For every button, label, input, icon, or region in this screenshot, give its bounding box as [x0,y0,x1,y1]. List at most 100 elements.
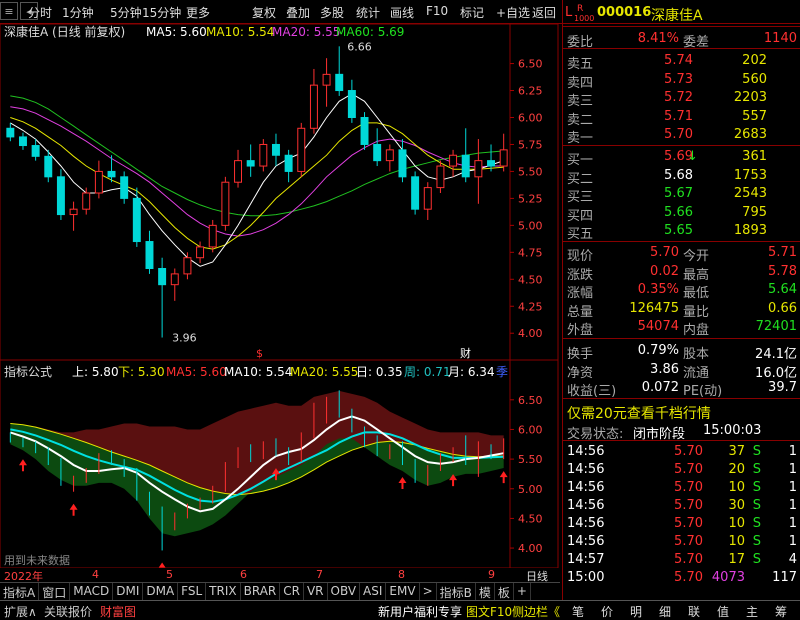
indicator-tab[interactable]: CR [280,583,304,600]
ind-axis-label: 5.50 [518,453,543,466]
toolbar-item[interactable]: 多股 [320,4,344,21]
promo-link[interactable]: 仅需20元查看千档行情 [567,403,711,423]
buy-label: 买二 [567,171,594,187]
bottom-right-tab[interactable]: 笔 [572,603,584,620]
bottom-left-item[interactable]: 财富图 [100,603,136,620]
indicator-tab[interactable]: 指标B [437,583,476,600]
tick-count: 1 [788,462,797,477]
bottom-right-tab[interactable]: 主 [746,603,758,620]
stat-label: 收益(三) [567,384,617,399]
tick-time: 14:56 [567,498,605,513]
stat-value: 39.7 [768,380,797,395]
indicator-tab[interactable]: 模 [476,583,495,600]
candle-body [107,170,116,178]
tick-count: 1 [788,498,797,513]
tick-count: 1 [788,444,797,459]
indicator-tab[interactable]: MACD [70,583,114,600]
toolbar-item[interactable]: 返回 [532,4,556,21]
sell-price: 5.73 [664,71,693,87]
kline-chart-svg[interactable]: 深康佳A (日线 前复权) MA5: 5.60 MA10: 5.54MA20: 5.… [0,23,560,575]
indicator-tab[interactable]: TRIX [206,583,241,600]
sell-level-row: 卖五 5.74 202 [563,52,800,72]
legend-ma20: MA20: 5.55 [272,25,340,39]
bottom-mid-item[interactable]: 侧边栏《 [512,603,560,620]
tick-row: 14:56 5.70 10 S 1 [563,533,800,551]
bottom-left-item[interactable]: 扩展∧ [4,603,37,620]
bottom-right-tab[interactable]: 细 [659,603,671,620]
stat-label: 现价 [567,249,594,264]
stat-label: 今开 [683,249,710,264]
indicator-tab[interactable]: OBV [328,583,361,600]
indicator-tab[interactable]: DMI [113,583,144,600]
indicator-tab[interactable]: EMV [386,583,420,600]
toolbar-item[interactable]: 叠加 [286,4,310,21]
date-month: 6 [240,568,247,581]
toolbar-item[interactable]: 5分钟 [110,4,142,21]
tick-price: 5.70 [674,534,703,549]
buy-level-row: 买五 5.65 1893 [563,222,800,242]
candle-body [145,241,154,270]
bottom-right-tab[interactable]: 价 [601,603,613,620]
ind-axis-label: 5.00 [518,483,543,496]
toolbar-item[interactable]: 分时 [28,4,52,21]
menu-icon[interactable]: ≡ [0,2,18,20]
bottom-mid-item[interactable]: 新用户福利专享 [378,603,462,620]
toolbar-item[interactable]: 复权 [252,4,276,21]
tick-row: 14:56 5.70 37 S 1 [563,443,800,461]
date-month: 5 [166,568,173,581]
indicator-tab[interactable]: BRAR [241,583,281,600]
toolbar-item[interactable]: F10 [426,4,448,18]
candle-body [18,136,27,147]
indicator-tab[interactable]: + [514,583,531,600]
toolbar-item[interactable]: 更多 [186,4,210,21]
ind-axis-label: 6.00 [518,423,543,436]
weicha-value: 1140 [763,31,797,46]
tick-price: 5.70 [674,498,703,513]
toolbar-item[interactable]: 15分钟 [142,4,181,21]
candle-body [487,160,496,167]
tick-price: 5.70 [674,516,703,531]
indicator-tab[interactable]: 板 [495,583,514,600]
ind-ma20: MA20: 5.55 [290,365,358,379]
indicator-tab[interactable]: 窗口 [39,583,71,600]
ind-month: 月: 6.34 [448,365,495,379]
chart-area[interactable]: 深康佳A (日线 前复权) MA5: 5.60 MA10: 5.54 MA20: 5.… [0,23,560,575]
tick-volume: 4073 [711,570,745,585]
tick-volume: 20 [728,462,745,477]
sell-volume: 202 [742,53,767,68]
indicator-tab[interactable]: 指标A [0,583,40,600]
sell-level-row: 卖一 5.70 2683 [563,126,800,146]
bottom-right-tab[interactable]: 联 [688,603,700,620]
badge-level: 1000 [574,14,595,23]
period-mode[interactable]: 日线 [526,568,548,584]
indicator-tab[interactable]: ASI [360,583,387,600]
toolbar-item[interactable]: 统计 [356,4,380,21]
toolbar-item[interactable]: +自选 [496,4,530,21]
buy-arrow-icon [398,477,407,490]
stat-label: 总量 [567,304,594,320]
event-marker-cai: 财 [460,346,471,360]
quote-panel: L R 1000 000016 深康佳A 委比 8.41% 委差 1140 卖五 5.74 202 卖四… [562,0,800,600]
toolbar-item[interactable]: 标记 [460,4,484,21]
bottom-mid-item[interactable]: 图文F10 [466,603,512,620]
bottom-left-item[interactable]: 关联报价 [44,603,92,620]
main-axis-label: 4.50 [518,273,543,286]
bottom-right-tab[interactable]: 筹 [775,603,787,620]
indicator-tab[interactable]: DMA [143,583,179,600]
bottom-right-tab[interactable]: 明 [630,603,642,620]
stat-value: 0.79% [637,343,679,358]
bottom-right-tab[interactable]: 值 [717,603,729,620]
stat-label: 净资 [567,365,594,381]
indicator-tab[interactable]: VR [304,583,328,600]
sell-price: 5.72 [664,90,693,105]
candle-body [322,73,331,86]
toolbar-item[interactable]: 1分钟 [62,4,94,21]
stat-label: 涨跌 [567,267,594,283]
tick-side: S [752,444,761,459]
indicator-tab[interactable]: FSL [178,583,207,600]
tick-side: S [752,534,761,549]
indicator-tab[interactable]: > [420,583,437,600]
tick-side: S [752,552,761,567]
stat-value: 16.0亿 [755,365,797,381]
toolbar-item[interactable]: 画线 [390,4,414,21]
